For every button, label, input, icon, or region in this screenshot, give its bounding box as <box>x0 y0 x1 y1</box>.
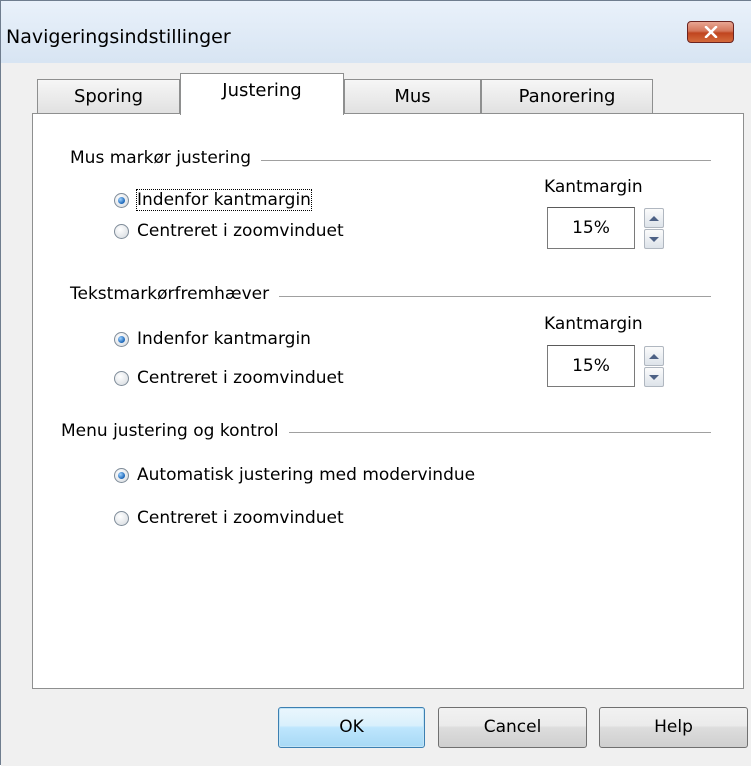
radio-selected-icon <box>114 467 129 483</box>
tab-justering[interactable]: Justering <box>180 73 344 115</box>
radio-label: Indenfor kantmargin <box>137 329 311 349</box>
tab-label: Panorering <box>518 86 616 107</box>
ok-button[interactable]: OK <box>278 707 425 748</box>
tab-sporing[interactable]: Sporing <box>37 79 180 113</box>
radio-mouse-centered[interactable]: Centreret i zoomvinduet <box>114 221 344 241</box>
radio-unselected-icon <box>114 370 129 386</box>
radio-menu-centered[interactable]: Centreret i zoomvinduet <box>114 508 344 528</box>
dialog-client: Sporing Justering Mus Panorering Mus mar… <box>1 63 751 766</box>
radio-label: Centreret i zoomvinduet <box>137 508 344 528</box>
radio-mouse-within-margin[interactable]: Indenfor kantmargin <box>114 189 312 211</box>
group-title-menu: Menu justering og kontrol <box>61 421 289 441</box>
margin-spinbox-mouse[interactable]: 15% <box>547 207 635 249</box>
radio-selected-icon <box>114 192 129 208</box>
title-bar[interactable]: Navigeringsindstillinger <box>1 1 751 63</box>
group-title-text-cursor: Tekstmarkørfremhæver <box>70 284 280 304</box>
cancel-button[interactable]: Cancel <box>438 707 587 748</box>
margin-spinbox-text[interactable]: 15% <box>547 345 635 387</box>
margin-label: Kantmargin <box>544 314 643 334</box>
close-button[interactable] <box>687 21 734 43</box>
arrow-down-icon <box>649 236 659 242</box>
close-icon <box>704 26 717 38</box>
radio-label: Centreret i zoomvinduet <box>137 368 344 388</box>
tab-label: Mus <box>394 86 431 107</box>
spin-up-button[interactable] <box>644 346 664 366</box>
radio-text-within-margin[interactable]: Indenfor kantmargin <box>114 329 311 349</box>
spin-down-button[interactable] <box>644 367 664 387</box>
window-title: Navigeringsindstillinger <box>6 26 231 48</box>
margin-value: 15% <box>572 356 610 376</box>
radio-label: Centreret i zoomvinduet <box>137 221 344 241</box>
margin-value: 15% <box>572 218 610 238</box>
arrow-up-icon <box>649 353 659 359</box>
arrow-down-icon <box>649 374 659 380</box>
tab-label: Justering <box>222 80 302 101</box>
tab-panel-justering: Mus markør justering Indenfor kantmargin… <box>32 113 744 689</box>
margin-label: Kantmargin <box>544 177 643 197</box>
radio-unselected-icon <box>114 510 129 526</box>
radio-unselected-icon <box>114 223 129 239</box>
group-title-mouse-cursor: Mus markør justering <box>70 148 262 168</box>
spin-down-button[interactable] <box>644 229 664 249</box>
arrow-up-icon <box>649 215 659 221</box>
radio-menu-auto-align[interactable]: Automatisk justering med modervindue <box>114 465 475 485</box>
dialog-window: Navigeringsindstillinger Sporing Justeri… <box>0 0 751 766</box>
radio-selected-icon <box>114 331 129 347</box>
help-button[interactable]: Help <box>599 707 748 748</box>
radio-label: Indenfor kantmargin <box>136 189 312 211</box>
radio-label: Automatisk justering med modervindue <box>137 465 476 485</box>
radio-text-centered[interactable]: Centreret i zoomvinduet <box>114 368 344 388</box>
tab-label: Sporing <box>73 86 144 107</box>
tab-panorering[interactable]: Panorering <box>481 79 653 113</box>
spin-up-button[interactable] <box>644 208 664 228</box>
tab-mus[interactable]: Mus <box>344 79 481 113</box>
